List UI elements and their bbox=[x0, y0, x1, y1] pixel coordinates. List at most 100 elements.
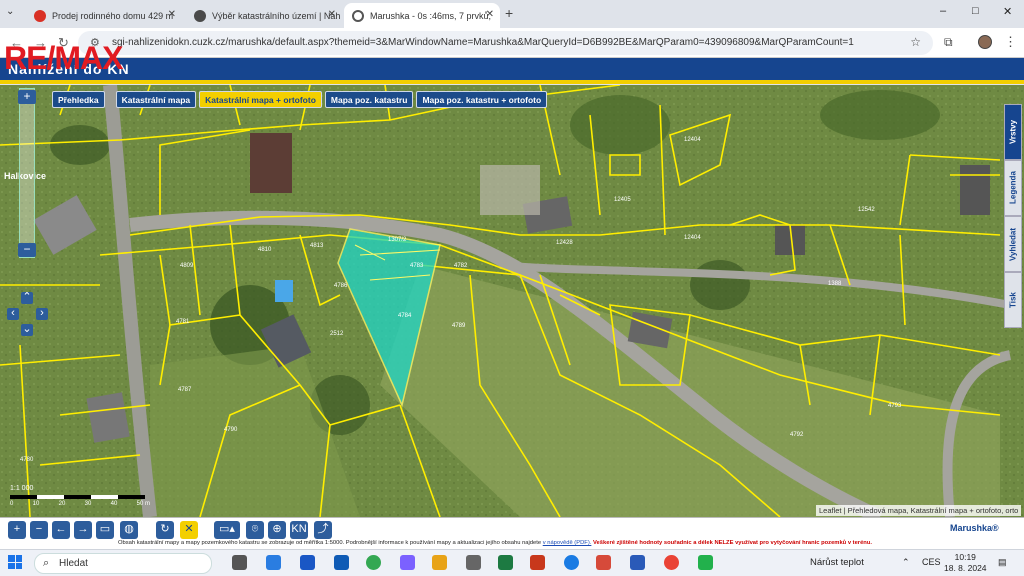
measure-icon[interactable]: ▭▴ bbox=[214, 521, 240, 539]
parcel-label: 12428 bbox=[556, 240, 573, 246]
tab-search-chevron-icon[interactable]: ⌄ bbox=[6, 6, 14, 17]
previous-view-icon[interactable]: ← bbox=[52, 521, 70, 539]
kn-button[interactable]: KN bbox=[290, 521, 308, 539]
layer-button-prehledka[interactable]: Přehledka bbox=[52, 91, 105, 108]
new-tab-plus-icon[interactable]: + bbox=[505, 5, 513, 21]
mail-icon[interactable] bbox=[300, 555, 315, 570]
zoom-in-button[interactable]: + bbox=[18, 90, 36, 104]
scale-tick: 0 bbox=[10, 501, 14, 507]
app-icon[interactable] bbox=[400, 555, 415, 570]
tab-label: Výběr katastrálního území | Nah bbox=[212, 10, 341, 21]
layer-button-mapa-poz-katastru[interactable]: Mapa poz. katastru bbox=[324, 91, 414, 108]
maximize-icon[interactable]: □ bbox=[972, 5, 979, 17]
chrome-active-icon[interactable] bbox=[664, 555, 679, 570]
parcel-label: 1388 bbox=[828, 281, 842, 287]
map-attribution: Leaflet | Přehledová mapa, Katastrální m… bbox=[816, 505, 1022, 516]
minimize-icon[interactable]: – bbox=[940, 5, 946, 17]
chrome-icon[interactable] bbox=[366, 555, 381, 570]
map-canvas bbox=[0, 85, 1024, 517]
weather-text[interactable]: Nárůst teplot bbox=[810, 557, 864, 568]
edge-icon[interactable] bbox=[564, 555, 579, 570]
clear-selection-icon[interactable]: ✕ bbox=[180, 521, 198, 539]
close-tab-icon[interactable]: ✕ bbox=[168, 9, 176, 20]
browser-menu-icon[interactable]: ⋮ bbox=[1004, 34, 1017, 50]
info-text-line: Obsah katastrální mapy a mapy pozemkovéh… bbox=[118, 540, 872, 546]
profile-avatar[interactable] bbox=[978, 35, 992, 49]
word-icon[interactable] bbox=[630, 555, 645, 570]
zoom-out-tool-icon[interactable]: − bbox=[30, 521, 48, 539]
globe-icon[interactable]: ◍ bbox=[120, 521, 138, 539]
zoom-box-icon[interactable]: ▭ bbox=[96, 521, 114, 539]
browser-tab[interactable]: Prodej rodinného domu 429 m ✕ bbox=[26, 3, 182, 28]
windows-start-icon[interactable] bbox=[8, 555, 22, 569]
parcel-label: 12405 bbox=[614, 197, 631, 203]
parcel-label: 1307/2 bbox=[388, 237, 407, 243]
close-tab-icon[interactable]: ✕ bbox=[328, 9, 336, 20]
scale-bar bbox=[10, 495, 145, 499]
powerpoint-icon[interactable] bbox=[530, 555, 545, 570]
url-text: sgi-nahlizenidokn.cuzk.cz/marushka/defau… bbox=[112, 37, 854, 48]
scale-tick: 20 bbox=[58, 501, 66, 507]
language-indicator[interactable]: CES bbox=[922, 557, 941, 567]
layer-button-katastralni-ortofoto[interactable]: Katastrální mapa + ortofoto bbox=[199, 91, 322, 108]
store-icon[interactable] bbox=[596, 555, 611, 570]
parcel-label: 4786 bbox=[334, 283, 348, 289]
search-icon: ⌕ bbox=[43, 557, 50, 569]
calculator-icon[interactable] bbox=[466, 555, 481, 570]
close-tab-icon[interactable]: ✕ bbox=[486, 9, 494, 20]
parcel-label: 4809 bbox=[180, 263, 194, 269]
next-view-icon[interactable]: → bbox=[74, 521, 92, 539]
refresh-icon[interactable]: ↻ bbox=[156, 521, 174, 539]
info-text: Obsah katastrální mapy a mapy pozemkovéh… bbox=[118, 540, 542, 546]
os-taskbar: ⌕ Hledat Nárůst teplot ⌃ CES 10:19 18. 8… bbox=[0, 549, 1024, 576]
app-green-icon[interactable] bbox=[698, 555, 713, 570]
parcel-label: 4789 bbox=[452, 323, 466, 329]
side-tab-legenda[interactable]: Legenda bbox=[1004, 160, 1022, 216]
side-tab-vrstvy[interactable]: Vrstvy bbox=[1004, 104, 1022, 160]
pan-right-icon[interactable]: › bbox=[36, 308, 48, 320]
parcel-label: 4780 bbox=[20, 457, 34, 463]
folder-icon[interactable] bbox=[432, 555, 447, 570]
browser-tab[interactable]: Výběr katastrálního území | Nah ✕ bbox=[186, 3, 342, 28]
pan-left-icon[interactable]: ‹ bbox=[7, 308, 19, 320]
warning-text: Veškeré zjištěné hodnoty souřadnic a dél… bbox=[593, 540, 872, 546]
outlook-icon[interactable] bbox=[334, 555, 349, 570]
zoom-out-button[interactable]: − bbox=[18, 243, 36, 257]
scale-ratio: 1:1 000 bbox=[10, 485, 34, 492]
tab-label: Marushka - 0s :46ms, 7 prvků, bbox=[370, 10, 492, 21]
browser-tab-active[interactable]: Marushka - 0s :46ms, 7 prvků, ✕ bbox=[344, 3, 500, 28]
locate-icon[interactable]: ⊕ bbox=[268, 521, 286, 539]
parcel-label: 4792 bbox=[790, 432, 804, 438]
pan-down-icon[interactable]: ⌄ bbox=[21, 324, 33, 336]
file-explorer-icon[interactable] bbox=[266, 555, 281, 570]
pan-up-icon[interactable]: ⌃ bbox=[21, 292, 33, 304]
extensions-puzzle-icon[interactable]: ⧉ bbox=[944, 35, 953, 50]
zoom-slider[interactable] bbox=[19, 88, 35, 258]
side-tab-tisk[interactable]: Tisk bbox=[1004, 272, 1022, 328]
search-label: Hledat bbox=[59, 558, 88, 569]
system-clock[interactable]: 10:19 18. 8. 2024 bbox=[944, 552, 987, 574]
cadastral-map[interactable]: Halkovice 1307/2 4784 4789 4783 4782 478… bbox=[0, 85, 1024, 517]
layer-button-katastralni-mapa[interactable]: Katastrální mapa bbox=[115, 91, 197, 108]
zoom-in-tool-icon[interactable]: + bbox=[8, 521, 26, 539]
share-icon[interactable]: ⤴ bbox=[314, 521, 332, 539]
parcel-label: 4781 bbox=[176, 319, 190, 325]
map-toolbar: + − ← → ▭ ◍ ↻ ✕ ▭▴ ⌾ ⊕ KN ⤴ Obsah katast… bbox=[0, 517, 1024, 549]
help-pdf-link[interactable]: v nápovědě (PDF). bbox=[543, 540, 592, 546]
close-window-icon[interactable]: ✕ bbox=[1003, 5, 1012, 18]
bookmark-star-icon[interactable]: ☆ bbox=[910, 35, 921, 49]
side-tab-vyhledat[interactable]: Vyhledat bbox=[1004, 216, 1022, 272]
pin-icon[interactable]: ⌾ bbox=[246, 521, 264, 539]
scale-tick: 30 bbox=[84, 501, 92, 507]
parcel-label: 4784 bbox=[398, 313, 412, 319]
notifications-icon[interactable]: ▤ bbox=[998, 557, 1007, 568]
excel-icon[interactable] bbox=[498, 555, 513, 570]
favicon-icon bbox=[34, 9, 46, 22]
clock-time: 10:19 bbox=[954, 552, 976, 562]
layer-button-mapa-poz-ortofoto[interactable]: Mapa poz. katastru + ortofoto bbox=[416, 91, 548, 108]
taskbar-search-field[interactable]: ⌕ Hledat bbox=[34, 553, 212, 574]
tray-chevron-icon[interactable]: ⌃ bbox=[902, 557, 910, 568]
task-view-icon[interactable] bbox=[232, 555, 247, 570]
url-field[interactable]: ⚙ sgi-nahlizenidokn.cuzk.cz/marushka/def… bbox=[78, 31, 933, 55]
side-panel-tabs: Vrstvy Legenda Vyhledat Tisk bbox=[1004, 104, 1022, 328]
